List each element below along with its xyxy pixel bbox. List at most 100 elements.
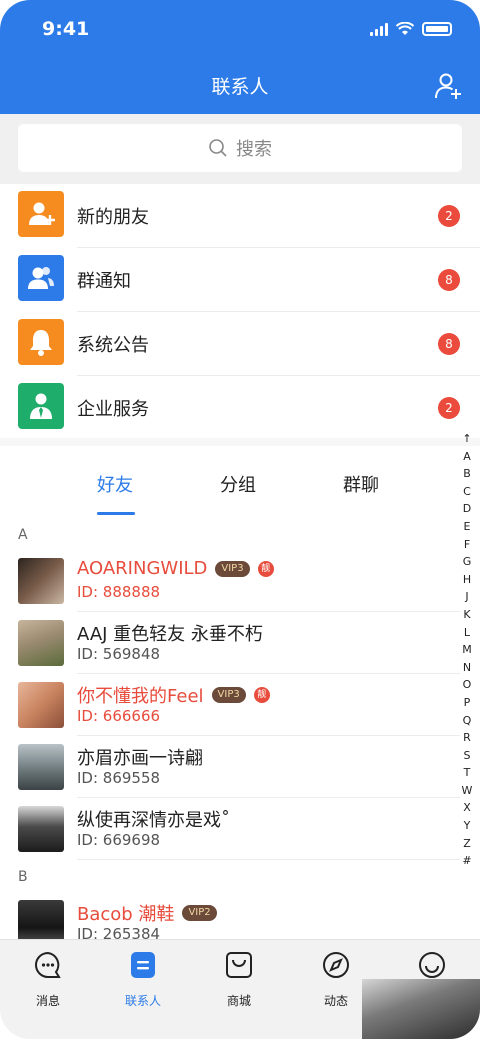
- smiley-icon: [419, 952, 445, 978]
- signal-icon: [370, 22, 388, 36]
- alphabet-index-letter[interactable]: S: [464, 747, 471, 765]
- alphabet-index-letter[interactable]: J: [465, 588, 468, 606]
- tab-group-chats[interactable]: 群聊: [343, 471, 379, 497]
- alphabet-index-letter[interactable]: #: [462, 852, 471, 870]
- contact-name-line: AAJ 重色轻友 永垂不朽: [77, 620, 263, 646]
- menu-item-label: 群通知: [77, 271, 131, 292]
- alphabet-index-letter[interactable]: C: [463, 483, 471, 501]
- alphabet-index-letter[interactable]: L: [464, 624, 470, 642]
- tab-label: 动态: [323, 994, 348, 1008]
- alphabet-index-letter[interactable]: P: [464, 694, 471, 712]
- alphabet-index-letter[interactable]: G: [463, 553, 472, 571]
- tab-moments[interactable]: 动态: [301, 950, 371, 1009]
- search-input[interactable]: 搜索: [18, 124, 462, 172]
- search-placeholder: 搜索: [236, 139, 272, 160]
- bell-icon: [18, 319, 64, 365]
- alphabet-index-letter[interactable]: ↑: [462, 430, 471, 448]
- alphabet-index-letter[interactable]: Q: [463, 712, 472, 730]
- menu-item-group-notice[interactable]: 群通知 8: [0, 248, 480, 312]
- alphabet-index-letter[interactable]: Z: [463, 835, 471, 853]
- alphabet-index-letter[interactable]: A: [463, 448, 471, 466]
- contact-id: ID: 569848: [77, 645, 161, 663]
- tab-groups[interactable]: 分组: [220, 471, 256, 497]
- avatar: [18, 744, 64, 790]
- contact-id: ID: 888888: [77, 583, 161, 601]
- alphabet-index-letter[interactable]: R: [463, 729, 471, 747]
- add-user-icon[interactable]: [434, 72, 462, 100]
- contact-row[interactable]: 纵使再深情亦是戏˚ ID: 669698: [0, 798, 460, 860]
- contacts-screen: 9:41 联系人 搜索 新的朋友 2 群通知 8 系统公告 8 企业服务 2 好…: [0, 0, 480, 1039]
- chat-bubble-icon: [35, 951, 61, 978]
- vip-badge: VIP3: [211, 687, 246, 703]
- wifi-icon: [396, 22, 414, 35]
- alphabet-index[interactable]: ↑ A B C D E F G H J K L M N O P Q R S T W X Y Z #: [460, 430, 474, 870]
- menu-item-business-service[interactable]: 企业服务 2: [0, 376, 480, 440]
- contact-row[interactable]: 你不懂我的Feel VIP3 靓 ID: 666666: [0, 674, 460, 736]
- menu-item-new-friends[interactable]: 新的朋友 2: [0, 184, 480, 248]
- overlay-thumbnail: [362, 979, 480, 1039]
- contact-name-line: 亦眉亦画一诗翩: [77, 744, 203, 770]
- contact-name: AOARINGWILD: [77, 558, 208, 579]
- header-bar: 9:41 联系人: [0, 0, 480, 114]
- status-icons: [370, 22, 452, 36]
- alphabet-index-letter[interactable]: O: [463, 676, 472, 694]
- section-separator: [0, 438, 480, 446]
- business-person-icon: [18, 383, 64, 429]
- unread-badge: 8: [438, 333, 460, 355]
- function-menu: 新的朋友 2 群通知 8 系统公告 8 企业服务 2: [0, 184, 480, 440]
- alphabet-index-letter[interactable]: N: [463, 659, 471, 677]
- alphabet-index-letter[interactable]: H: [463, 571, 471, 589]
- unread-badge: 2: [438, 205, 460, 227]
- menu-item-system-notice[interactable]: 系统公告 8: [0, 312, 480, 376]
- avatar: [18, 682, 64, 728]
- alphabet-index-letter[interactable]: B: [463, 465, 471, 483]
- vip-badge: VIP2: [182, 905, 217, 921]
- alphabet-index-letter[interactable]: E: [464, 518, 471, 536]
- add-friend-icon: [18, 191, 64, 237]
- battery-icon: [422, 22, 452, 36]
- alphabet-index-letter[interactable]: T: [464, 764, 471, 782]
- alphabet-index-letter[interactable]: Y: [464, 817, 471, 835]
- tab-label: 联系人: [124, 994, 161, 1008]
- vip-badge: VIP3: [215, 560, 250, 577]
- section-letter: A: [18, 527, 28, 543]
- unread-badge: 2: [438, 397, 460, 419]
- pretty-id-badge: 靓: [257, 560, 274, 577]
- tab-mall[interactable]: 商城: [204, 950, 274, 1009]
- alphabet-index-letter[interactable]: F: [464, 536, 470, 554]
- group-icon: [18, 255, 64, 301]
- search-area: 搜索: [0, 114, 480, 184]
- contact-row[interactable]: 亦眉亦画一诗翩 ID: 869558: [0, 736, 460, 798]
- alphabet-index-letter[interactable]: M: [462, 641, 472, 659]
- divider: [77, 859, 460, 860]
- alphabet-index-letter[interactable]: W: [462, 782, 473, 800]
- shopping-bag-icon: [226, 952, 252, 978]
- menu-item-label: 新的朋友: [77, 207, 149, 228]
- tab-contacts[interactable]: 联系人: [108, 950, 178, 1009]
- contact-name-line: Bacob 潮鞋 VIP2: [77, 900, 217, 926]
- alphabet-index-letter[interactable]: X: [463, 799, 471, 817]
- tab-label: 消息: [35, 994, 60, 1008]
- contact-id: ID: 666666: [77, 707, 161, 725]
- contact-row[interactable]: AAJ 重色轻友 永垂不朽 ID: 569848: [0, 612, 460, 674]
- contact-name: 你不懂我的Feel: [77, 686, 204, 707]
- contact-name-line: 你不懂我的Feel VIP3 靓: [77, 682, 270, 708]
- page-title: 联系人: [211, 76, 269, 98]
- tab-friends[interactable]: 好友: [97, 471, 133, 497]
- contact-id: ID: 869558: [77, 769, 161, 787]
- menu-item-label: 企业服务: [77, 399, 149, 420]
- tab-messages[interactable]: 消息: [13, 950, 83, 1009]
- contact-name: 亦眉亦画一诗翩: [77, 748, 203, 769]
- alphabet-index-letter[interactable]: K: [463, 606, 470, 624]
- contact-tabs: 好友 分组 群聊: [0, 455, 480, 515]
- pretty-id-badge: 靓: [253, 687, 270, 703]
- alphabet-index-letter[interactable]: D: [463, 500, 471, 518]
- contact-name-line: AOARINGWILD VIP3 靓: [77, 558, 274, 579]
- avatar: [18, 620, 64, 666]
- avatar: [18, 806, 64, 852]
- section-letter: B: [18, 869, 28, 885]
- contact-row[interactable]: AOARINGWILD VIP3 靓 ID: 888888: [0, 550, 460, 612]
- tab-label: 商城: [226, 994, 251, 1008]
- unread-badge: 8: [438, 269, 460, 291]
- contacts-icon: [131, 952, 155, 978]
